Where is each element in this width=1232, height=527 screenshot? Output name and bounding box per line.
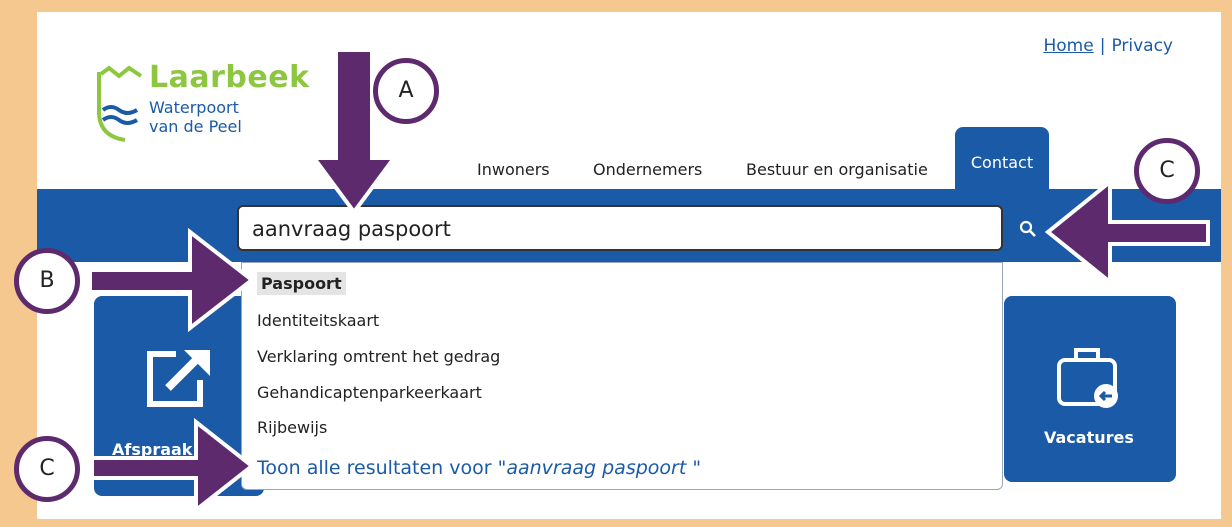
- callout-b: B: [14, 248, 80, 314]
- callout-c-top: C: [1134, 138, 1200, 204]
- callout-c-bottom: C: [14, 436, 80, 502]
- arrow-b-icon: [88, 227, 256, 333]
- arrow-c-bottom-icon: [90, 417, 256, 515]
- annotation-arrows: [88, 48, 1210, 515]
- callout-a: A: [373, 58, 439, 124]
